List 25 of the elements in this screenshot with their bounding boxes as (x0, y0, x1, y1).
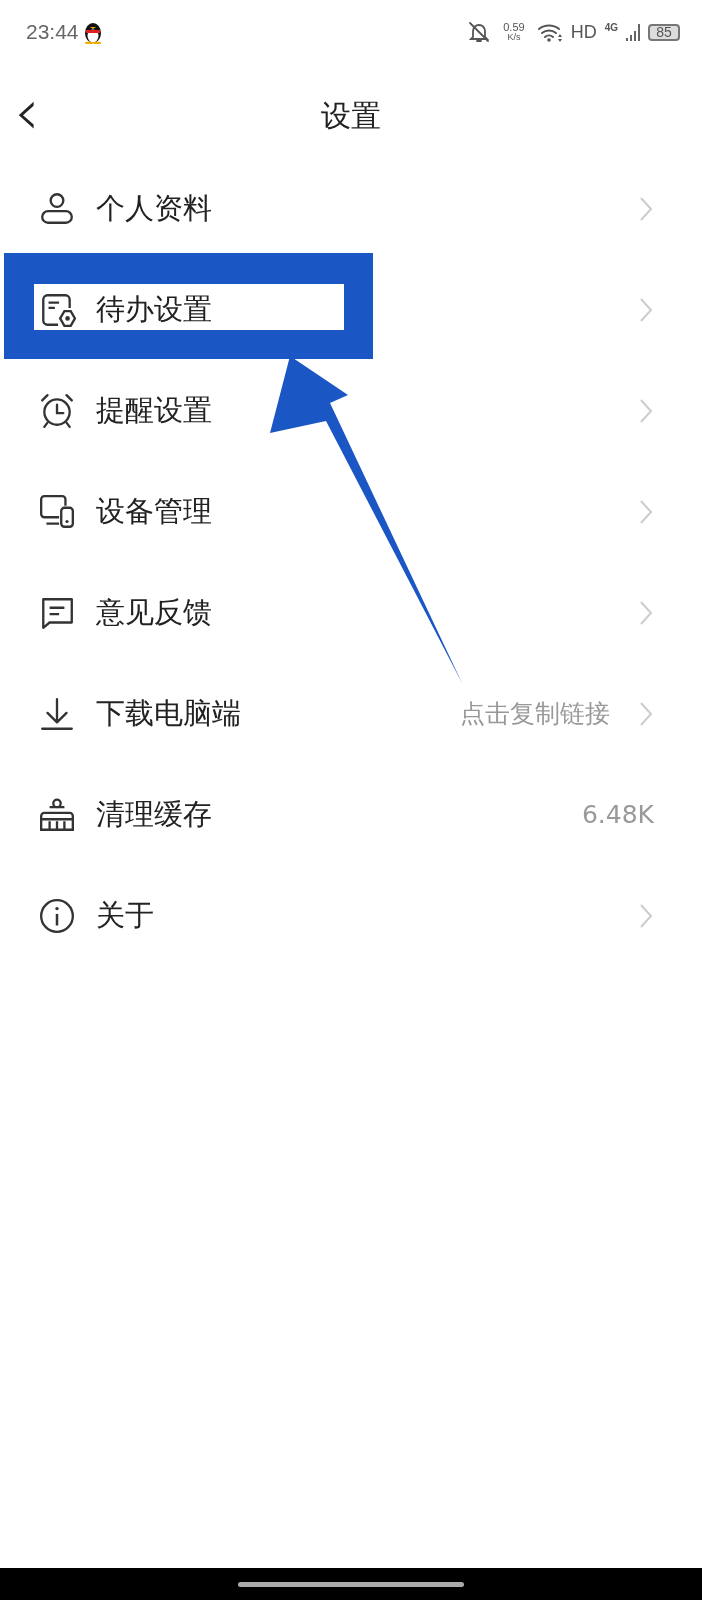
setting-label[interactable]: 清理缓存 (96, 794, 212, 835)
page-title: 设置 (321, 97, 381, 133)
penguin-icon (82, 20, 103, 44)
back-button[interactable]: ‹ (0, 80, 40, 152)
battery-level: 85 (648, 23, 680, 41)
home-indicator[interactable] (238, 1581, 464, 1587)
setting-label[interactable]: 待办设置 (96, 289, 212, 330)
setting-label[interactable]: 设备管理 (96, 491, 212, 532)
hd-indicator: HD (570, 21, 597, 43)
bell-muted-icon (467, 20, 492, 44)
speed-unit: K/s (507, 33, 521, 42)
setting-label[interactable]: 个人资料 (96, 188, 212, 229)
clock-time: 23:44 (26, 20, 79, 44)
network-speed: 0.59 (503, 22, 525, 33)
signal-icon (626, 22, 640, 42)
setting-label[interactable]: 关于 (96, 895, 154, 936)
devices-icon (38, 492, 76, 531)
setting-label[interactable]: 意见反馈 (96, 592, 212, 633)
setting-value: 6.48K (581, 800, 654, 829)
setting-label[interactable]: 提醒设置 (96, 390, 212, 431)
setting-value: 点击复制链接 (460, 698, 610, 730)
network-type: 4G (604, 22, 618, 33)
info-icon (38, 896, 76, 935)
alarm-clock-icon (38, 391, 76, 430)
setting-label[interactable]: 下载电脑端 (96, 693, 241, 734)
